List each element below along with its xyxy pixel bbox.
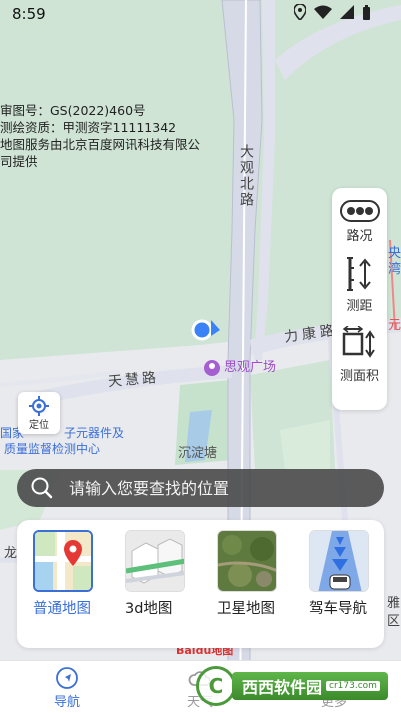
map-edge-label-qu: 区	[387, 614, 401, 629]
locate-icon	[29, 395, 49, 416]
ruler-icon	[346, 257, 371, 291]
wifi-icon	[314, 5, 332, 19]
locate-button[interactable]: 定位	[18, 392, 60, 434]
map-provider-line2: 司提供	[0, 154, 38, 169]
measure-distance-button[interactable]: 测距	[345, 256, 375, 314]
standard-map-thumbnail	[33, 530, 93, 592]
3d-map-thumbnail	[125, 530, 185, 592]
poi-label-institute-c[interactable]: 质量监督检测中心	[4, 442, 100, 456]
traffic-button[interactable]: 路况	[339, 200, 380, 244]
surveying-qualification: 测绘资质：甲测资字11111342	[0, 120, 177, 135]
signal-icon	[340, 5, 354, 19]
map-type-3d[interactable]: 3d地图	[125, 530, 187, 619]
map-tools-panel: 路况 测距 测面积	[332, 188, 387, 410]
map-type-driving-label: 驾车导航	[309, 601, 367, 617]
watermark-url: cr173.com	[326, 681, 380, 691]
map-approval-notice: 审图号：GS(2022)460号 测绘资质：甲测资字11111342 地图服务由…	[0, 102, 220, 170]
status-icons	[294, 4, 371, 20]
map-edge-label-yang: 央	[388, 246, 401, 261]
watermark-logo: C 西西软件园 cr173.com	[196, 666, 392, 706]
battery-icon	[363, 4, 370, 20]
map-edge-label-long: 龙	[4, 546, 18, 561]
status-bar: 8:59	[0, 0, 401, 28]
watermark-circle: C	[196, 666, 236, 706]
search-input[interactable]	[69, 478, 349, 498]
status-time: 8:59	[12, 5, 46, 23]
map-type-standard[interactable]: 普通地图	[33, 530, 95, 619]
map-type-satellite[interactable]: 卫星地图	[217, 530, 279, 619]
map-edge-label-wan: 湾	[388, 262, 401, 277]
traffic-icon	[339, 200, 380, 222]
poi-label-siguan[interactable]: 思观广场	[224, 360, 276, 376]
map-type-3d-label: 3d地图	[125, 601, 173, 617]
map-edge-label-ya: 雅	[387, 596, 401, 611]
location-status-icon	[294, 4, 306, 20]
approval-number: 审图号：GS(2022)460号	[0, 103, 146, 118]
tab-navigation-label: 导航	[53, 695, 80, 710]
watermark-text: 西西软件园 cr173.com	[232, 672, 388, 700]
traffic-label: 路况	[346, 229, 373, 244]
watermark-title: 西西软件园	[242, 678, 323, 697]
navigation-icon	[56, 667, 78, 689]
road-label-daguan: 大观北路	[238, 144, 254, 208]
map-provider-line1: 地图服务由北京百度网讯科技有限公	[0, 137, 201, 152]
poi-label-institute-b[interactable]: 子元器件及	[64, 426, 124, 440]
tab-navigation[interactable]: 导航	[27, 667, 107, 710]
satellite-map-thumbnail	[217, 530, 277, 592]
driving-navigation-thumbnail	[309, 530, 369, 592]
map-type-driving[interactable]: 驾车导航	[309, 530, 371, 619]
map-type-selector: 普通地图 3d地图 卫星地图 驾车导航	[17, 520, 384, 648]
search-bar[interactable]	[17, 469, 384, 507]
area-icon	[343, 326, 376, 358]
map-type-satellite-label: 卫星地图	[217, 601, 275, 617]
search-icon	[31, 477, 53, 499]
measure-area-button[interactable]: 测面积	[340, 326, 379, 384]
map-edge-label-yuan: 元	[388, 318, 401, 333]
measure-distance-label: 测距	[346, 299, 373, 314]
locate-label: 定位	[29, 419, 49, 431]
measure-area-label: 测面积	[339, 369, 379, 384]
poi-label-chendiantang: 沉淀塘	[178, 446, 218, 461]
map-type-standard-label: 普通地图	[33, 601, 91, 617]
